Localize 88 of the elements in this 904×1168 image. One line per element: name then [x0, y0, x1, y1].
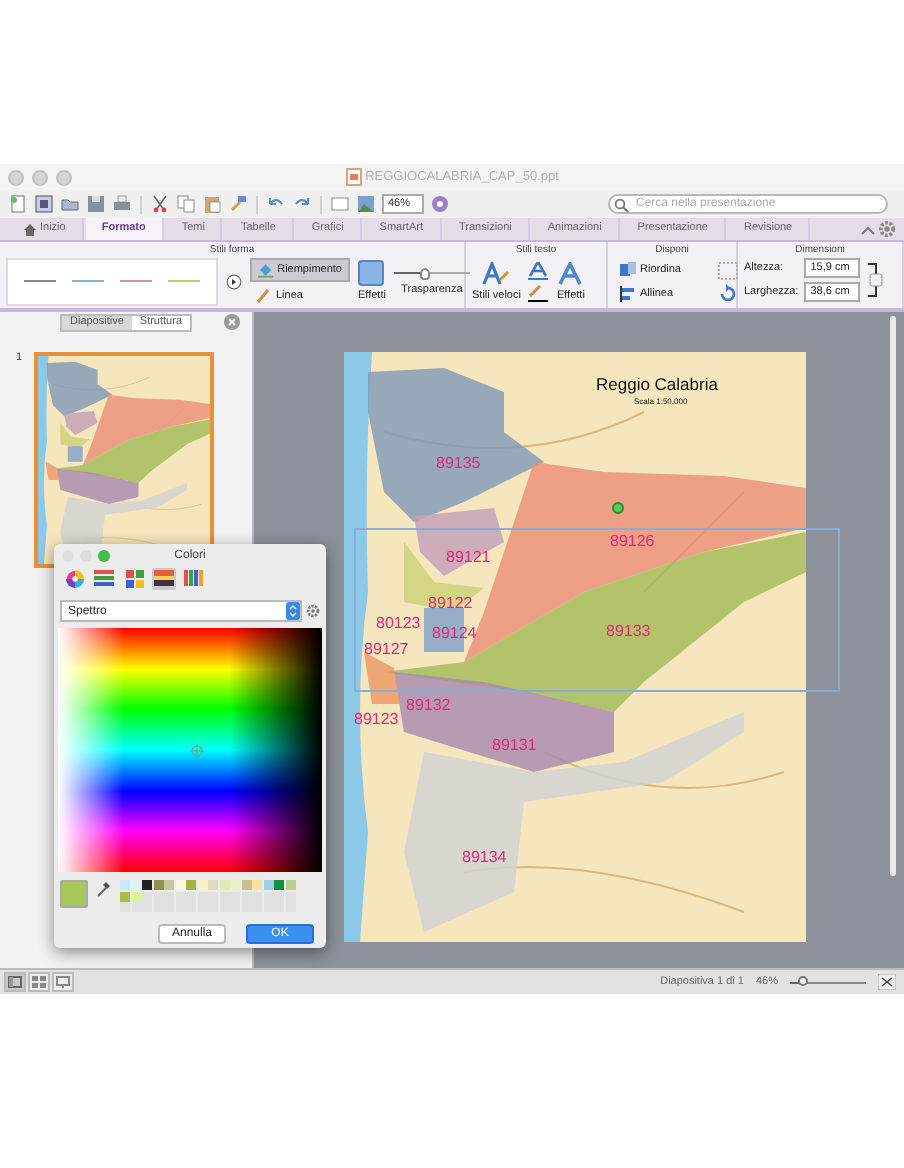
lock-ratio-icon[interactable] — [867, 261, 884, 297]
color-swatch[interactable] — [219, 880, 229, 890]
zone-label: 89131 — [492, 736, 537, 754]
copy-icon[interactable] — [176, 194, 196, 214]
eyedropper-icon[interactable] — [96, 880, 112, 898]
color-swatch[interactable] — [120, 891, 130, 901]
color-swatch[interactable] — [252, 880, 262, 890]
updown-icon — [286, 602, 300, 620]
color-swatch[interactable] — [197, 880, 207, 890]
view-button[interactable] — [4, 972, 26, 992]
group-icon[interactable] — [718, 261, 738, 279]
align-icon — [620, 285, 636, 301]
color-swatch[interactable] — [142, 880, 152, 890]
crosshair-icon — [190, 744, 204, 758]
spectrum-icon — [154, 570, 174, 586]
text-color-icon[interactable] — [528, 261, 549, 279]
color-mode-tab[interactable] — [152, 567, 176, 589]
zone-label: 89134 — [462, 848, 507, 866]
printer-icon[interactable] — [112, 194, 132, 214]
color-swatch[interactable] — [131, 880, 141, 890]
slider-thumb[interactable] — [798, 976, 809, 986]
color-swatch[interactable] — [175, 880, 185, 890]
color-swatch[interactable] — [230, 880, 240, 890]
grid-view-icon — [32, 976, 46, 988]
color-mode-tab[interactable] — [122, 567, 146, 589]
text-effects-icon[interactable] — [558, 261, 583, 285]
color-swatch[interactable] — [208, 880, 218, 890]
gear-icon[interactable] — [878, 220, 896, 238]
gallery-next-icon[interactable] — [226, 273, 242, 289]
palette-grid-icon — [125, 569, 143, 587]
slider-thumb[interactable] — [419, 267, 430, 279]
folder-icon[interactable] — [60, 194, 80, 214]
view-button[interactable] — [52, 972, 74, 992]
zone-label: 89132 — [406, 696, 451, 714]
selection-frame[interactable] — [354, 528, 840, 692]
image-icon[interactable] — [356, 194, 376, 214]
zone-label: 89135 — [436, 454, 481, 472]
color-wheel-icon — [65, 569, 83, 587]
map-title: Reggio Calabria — [596, 374, 718, 394]
rotate-icon[interactable] — [718, 283, 738, 301]
view-button[interactable] — [28, 972, 50, 992]
color-mode-tab[interactable] — [182, 567, 206, 589]
color-spectrum[interactable] — [58, 628, 322, 872]
zone-label: 80123 — [376, 614, 421, 632]
zone-label: 89127 — [364, 640, 409, 658]
color-swatch[interactable] — [263, 880, 273, 890]
color-swatch[interactable] — [241, 880, 251, 890]
color-swatch[interactable] — [186, 880, 196, 890]
color-swatch[interactable] — [274, 880, 284, 890]
zoom-slider[interactable] — [790, 976, 866, 988]
paint-bucket-icon — [258, 261, 274, 277]
zone-label: 89121 — [446, 548, 491, 566]
current-color-well[interactable] — [60, 880, 88, 908]
color-swatch[interactable] — [164, 880, 174, 890]
transparency-slider[interactable] — [393, 267, 470, 279]
color-mode-tab[interactable] — [92, 567, 116, 589]
pencil-icon — [256, 287, 272, 303]
text-outline-icon[interactable] — [528, 283, 549, 301]
clipboard-icon[interactable] — [202, 194, 222, 214]
zone-label: 89133 — [606, 622, 651, 640]
sliders-icon — [94, 570, 114, 586]
color-swatch[interactable] — [120, 880, 130, 890]
text-styles-icon[interactable] — [482, 261, 511, 285]
color-swatch[interactable] — [131, 891, 141, 901]
collapse-icon[interactable] — [860, 221, 876, 237]
crayons-icon — [184, 570, 204, 586]
save-icon[interactable] — [86, 194, 106, 214]
gallery-icon[interactable] — [34, 194, 54, 214]
fit-to-window-icon[interactable] — [878, 974, 896, 990]
media-icon[interactable] — [330, 194, 350, 214]
layers-icon — [620, 261, 636, 277]
scissors-icon[interactable] — [150, 194, 170, 214]
zone-label: 89126 — [610, 532, 655, 550]
help-icon[interactable] — [430, 194, 451, 214]
presentation-icon — [56, 976, 70, 988]
scrollbar[interactable] — [890, 316, 896, 876]
zone-label: 89122 — [428, 594, 473, 612]
search-icon — [614, 197, 630, 213]
home-icon — [24, 223, 36, 235]
normal-view-icon — [8, 976, 22, 988]
brush-icon[interactable] — [228, 194, 248, 214]
gear-icon[interactable] — [306, 604, 320, 618]
color-swatch[interactable] — [153, 880, 163, 890]
color-mode-tab[interactable] — [62, 567, 86, 589]
color-swatch[interactable] — [285, 880, 295, 890]
effects-icon[interactable] — [358, 260, 385, 286]
slide-thumbnail[interactable] — [34, 352, 215, 568]
close-icon[interactable] — [224, 314, 240, 330]
